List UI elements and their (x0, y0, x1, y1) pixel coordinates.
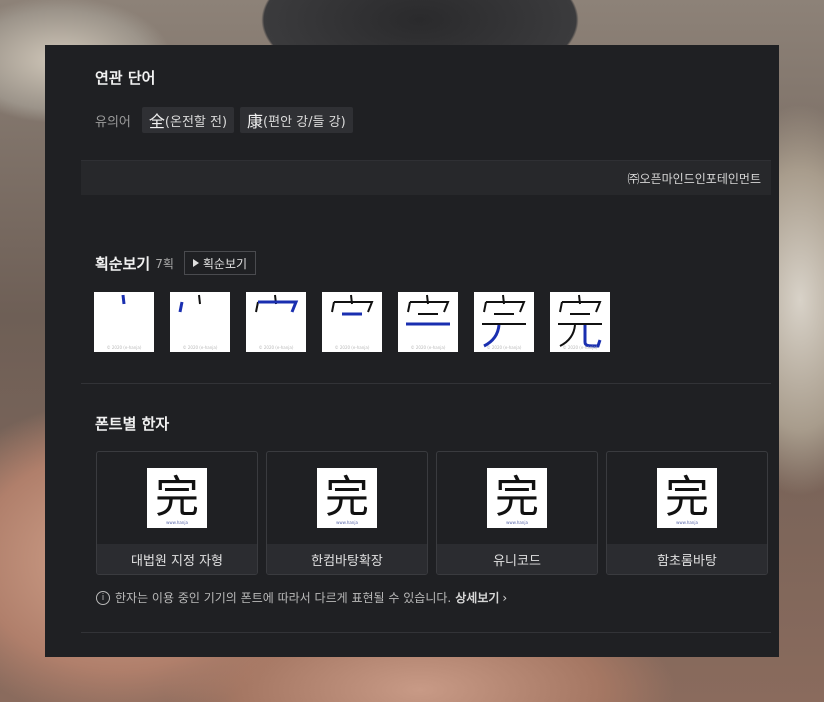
stroke-frame: © 2020 (e-hanja) (322, 292, 382, 352)
stroke-watermark: © 2020 (e-hanja) (410, 345, 446, 350)
stroke-frame: © 2020 (e-hanja) (170, 292, 230, 352)
font-glyph: 完 (155, 472, 199, 523)
font-glyph: 完 (325, 472, 369, 523)
font-notice: i 한자는 이용 중인 기기의 폰트에 따라서 다르게 표현될 수 있습니다. … (96, 589, 507, 606)
synonym-hanja: 全 (148, 112, 165, 131)
stroke-watermark: © 2020 (e-hanja) (334, 345, 370, 350)
font-label: 한컴바탕확장 (267, 544, 427, 574)
font-card[interactable]: 完 www.hanja 대법원 지정 자형 (96, 451, 258, 575)
synonym-reading: (편안 강/들 강) (263, 114, 346, 130)
chevron-right-icon: › (502, 590, 508, 605)
font-card[interactable]: 完 www.hanja 한컴바탕확장 (266, 451, 428, 575)
synonym-row: 유의어 全 (온전할 전) 康 (편안 강/들 강) (95, 107, 359, 133)
font-glyph: 完 (665, 472, 709, 523)
source-credit: ㈜오픈마인드인포테인먼트 (627, 171, 761, 186)
stroke-watermark: © 2020 (e-hanja) (486, 345, 522, 350)
info-circle-icon: i (96, 590, 110, 605)
font-glyph-image: 完 www.hanja (657, 468, 717, 528)
font-card-row: 完 www.hanja 대법원 지정 자형 完 www.hanja 한컴바탕확장… (96, 451, 776, 575)
section-divider (81, 632, 771, 633)
stroke-order-frames: © 2020 (e-hanja) © 2020 (e-hanja) © 2020… (94, 292, 626, 352)
font-glyph-image: 完 www.hanja (487, 468, 547, 528)
synonym-reading: (온전할 전) (164, 114, 228, 130)
stroke-watermark: © 2020 (e-hanja) (106, 345, 142, 350)
synonym-hanja: 康 (247, 112, 264, 131)
font-watermark: www.hanja (336, 520, 358, 525)
play-icon (192, 259, 199, 267)
stroke-frame: © 2020 (e-hanja) (246, 292, 306, 352)
stroke-frame: © 2020 (e-hanja) (550, 292, 610, 352)
stroke-watermark: © 2020 (e-hanja) (562, 345, 598, 350)
font-watermark: www.hanja (166, 520, 188, 525)
synonym-label: 유의어 (95, 114, 131, 130)
font-notice-text: 한자는 이용 중인 기기의 폰트에 따라서 다르게 표현될 수 있습니다. (115, 591, 452, 605)
stroke-order-header: 획순보기 7획 획순보기 (95, 251, 257, 275)
synonym-chip-2[interactable]: 康 (편안 강/들 강) (240, 107, 353, 133)
stroke-count: 7획 (155, 256, 174, 271)
font-glyph: 完 (495, 472, 539, 523)
font-label: 유니코드 (437, 544, 597, 574)
stroke-play-button[interactable]: 획순보기 (183, 251, 257, 275)
stroke-frame: © 2020 (e-hanja) (398, 292, 458, 352)
stroke-watermark: © 2020 (e-hanja) (182, 345, 218, 350)
stroke-watermark: © 2020 (e-hanja) (258, 345, 294, 350)
font-glyph-image: 完 www.hanja (317, 468, 377, 528)
related-words-title: 연관 단어 (95, 69, 156, 87)
source-bar: ㈜오픈마인드인포테인먼트 (81, 160, 771, 195)
synonym-chip-1[interactable]: 全 (온전할 전) (141, 107, 235, 133)
font-label: 대법원 지정 자형 (97, 544, 257, 574)
font-glyph-image: 完 www.hanja (147, 468, 207, 528)
font-watermark: www.hanja (506, 520, 528, 525)
more-details-link[interactable]: 상세보기 (455, 589, 499, 606)
stroke-frame: © 2020 (e-hanja) (94, 292, 154, 352)
font-card[interactable]: 完 www.hanja 함초롬바탕 (606, 451, 768, 575)
hanja-detail-panel: 연관 단어 유의어 全 (온전할 전) 康 (편안 강/들 강) ㈜오픈마인드인… (45, 45, 779, 657)
stroke-frame: © 2020 (e-hanja) (474, 292, 534, 352)
stroke-order-title: 획순보기 (95, 254, 151, 273)
font-card[interactable]: 完 www.hanja 유니코드 (436, 451, 598, 575)
stroke-play-label: 획순보기 (202, 256, 248, 271)
font-watermark: www.hanja (676, 520, 698, 525)
section-divider (81, 383, 771, 384)
font-label: 함초롬바탕 (607, 544, 767, 574)
fonts-title: 폰트별 한자 (95, 415, 170, 433)
